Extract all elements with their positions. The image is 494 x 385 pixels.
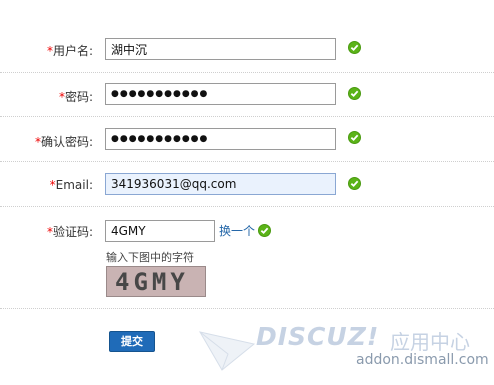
- email-label: *Email:: [49, 178, 93, 192]
- refresh-captcha-link[interactable]: 换一个: [219, 222, 255, 239]
- row-divider: [0, 206, 494, 207]
- submit-button[interactable]: 提交: [109, 331, 155, 352]
- password-input[interactable]: ●●●●●●●●●●●: [105, 83, 336, 105]
- captcha-input[interactable]: [105, 220, 215, 242]
- check-icon: [348, 41, 361, 54]
- check-icon: [348, 177, 361, 190]
- paper-plane-icon: [198, 331, 256, 371]
- username-label: *用户名:: [46, 44, 93, 58]
- captcha-image-text: 4GMY: [115, 268, 189, 296]
- password-label: *密码:: [58, 90, 93, 104]
- email-input[interactable]: [105, 173, 336, 195]
- logo-subtitle: 应用中心: [390, 330, 470, 354]
- row-divider: [0, 308, 494, 309]
- confirm-password-input[interactable]: ●●●●●●●●●●●: [105, 128, 336, 150]
- captcha-hint: 输入下图中的字符: [106, 251, 194, 264]
- username-input[interactable]: [105, 38, 336, 60]
- check-icon: [348, 87, 361, 100]
- captcha-label: *验证码:: [46, 225, 93, 239]
- discuz-watermark-logo: DISCUZ! 应用中心 addon.dismall.com: [198, 322, 494, 380]
- captcha-image[interactable]: 4GMY: [106, 266, 206, 297]
- confirm-password-label: *确认密码:: [34, 135, 93, 149]
- row-divider: [0, 161, 494, 162]
- logo-url: addon.dismall.com: [356, 352, 489, 368]
- check-icon: [348, 131, 361, 144]
- check-icon: [258, 224, 271, 237]
- row-divider: [0, 116, 494, 117]
- row-divider: [0, 72, 494, 73]
- logo-brand: DISCUZ!: [256, 322, 380, 351]
